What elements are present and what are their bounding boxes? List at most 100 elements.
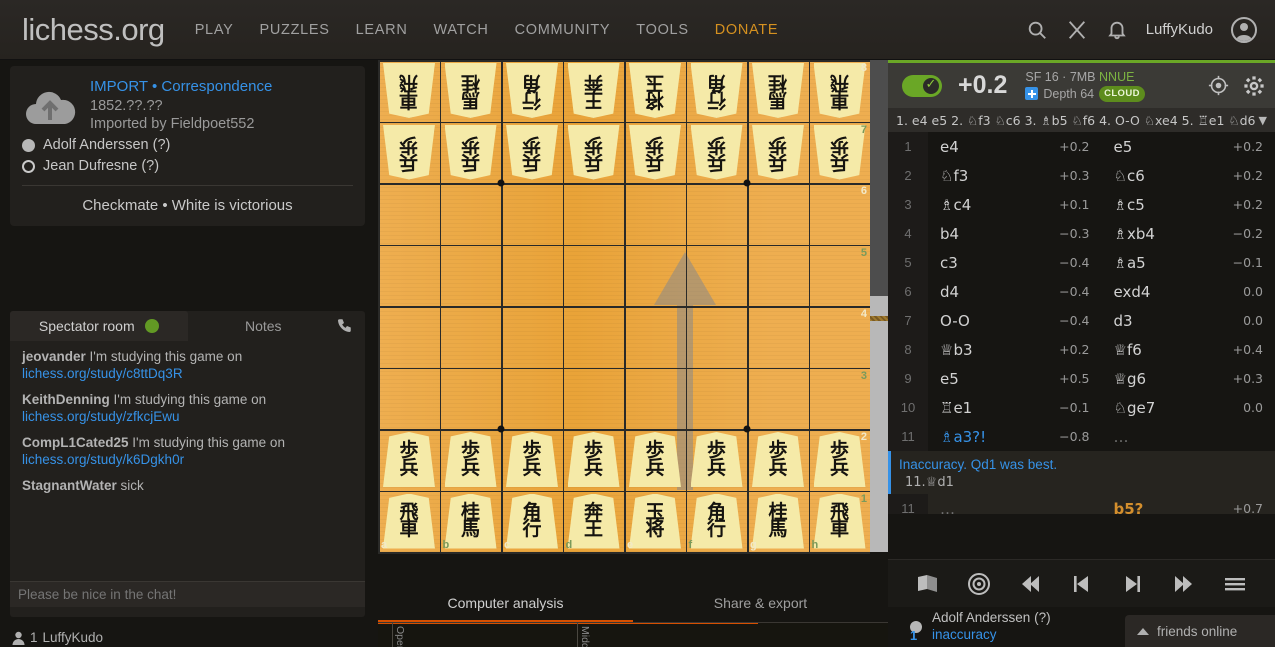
piece-black-queen-d8[interactable]: 王奔 [563, 60, 625, 122]
last-move-button[interactable] [1171, 571, 1197, 597]
board-square-f6[interactable] [686, 183, 748, 245]
bell-icon[interactable] [1106, 19, 1128, 41]
move-white-cell[interactable]: ♕b3 +0.2 [928, 335, 1102, 364]
board-square-h5[interactable]: 5 [809, 245, 871, 307]
move-white-cell[interactable]: e4 +0.2 [928, 132, 1102, 161]
chat-input[interactable] [10, 581, 365, 607]
move-black-cell[interactable]: ♘ge7 0.0 [1102, 393, 1275, 422]
board-square-e4[interactable] [624, 306, 686, 368]
piece-black-rook-a8[interactable]: 車飛 [378, 60, 440, 122]
move-black-cell[interactable]: ♗xb4 −0.2 [1102, 219, 1275, 248]
nav-item-watch[interactable]: WATCH [434, 22, 489, 38]
first-move-button[interactable] [1017, 571, 1043, 597]
spectator-names[interactable]: LuffyKudo [43, 630, 104, 645]
piece-white-pawn-b2[interactable]: 歩兵 [440, 429, 502, 491]
move-white-cell[interactable]: ♗a3?! −0.8 [928, 422, 1102, 451]
piece-white-pawn-f2[interactable]: 歩兵 [686, 429, 748, 491]
board-square-b3[interactable] [440, 368, 502, 430]
piece-white-rook-a1[interactable]: 飛車 [378, 491, 440, 553]
chat-username[interactable]: jeovander [22, 349, 86, 364]
practice-target-icon[interactable] [966, 571, 992, 597]
piece-black-pawn-c7[interactable]: 兵歩 [501, 122, 563, 184]
move-black-cell[interactable]: ♕g6 +0.3 [1102, 364, 1275, 393]
move-black-cell[interactable]: b5? +0.7 [1102, 494, 1275, 515]
principal-variation[interactable]: 1. e4 e5 2. ♘f3 ♘c6 3. ♗b5 ♘f6 4. O-O ♘x… [888, 108, 1275, 132]
piece-black-knight-b8[interactable]: 馬桂 [440, 60, 502, 122]
board-square-d4[interactable] [563, 306, 625, 368]
piece-white-bishop-f1[interactable]: 角行 [686, 491, 748, 553]
tab-share-export[interactable]: Share & export [633, 587, 888, 622]
move-white-cell[interactable]: b4 −0.3 [928, 219, 1102, 248]
white-player-row[interactable]: Adolf Anderssen (?) [22, 137, 353, 153]
chat-message-list[interactable]: jeovander I'm studying this game on lich… [10, 341, 365, 583]
move-black-cell[interactable]: e5 +0.2 [1102, 132, 1275, 161]
piece-black-knight-g8[interactable]: 馬桂 [747, 60, 809, 122]
board-square-g6[interactable] [747, 183, 809, 245]
swords-icon[interactable] [1066, 19, 1088, 41]
move-list[interactable]: 1 e4 +0.2 e5 +0.2 2 ♘f3 +0.3 ♘c6 +0.2 3 ♗c4 +0.1 ♗c5 +… [888, 132, 1275, 514]
board-square-a5[interactable] [378, 245, 440, 307]
piece-black-pawn-g7[interactable]: 兵歩 [747, 122, 809, 184]
piece-black-pawn-b7[interactable]: 兵歩 [440, 122, 502, 184]
chat-link[interactable]: lichess.org/study/zfkcjEwu [22, 409, 355, 425]
move-black-cell[interactable]: ♘c6 +0.2 [1102, 161, 1275, 190]
board-square-b4[interactable] [440, 306, 502, 368]
comment-suggested-line[interactable]: 11.♕d1 [891, 475, 1275, 490]
site-logo[interactable]: lichess.org [22, 12, 165, 48]
piece-white-pawn-d2[interactable]: 歩兵 [563, 429, 625, 491]
board-square-a6[interactable] [378, 183, 440, 245]
board-square-c5[interactable] [501, 245, 563, 307]
board-square-b6[interactable] [440, 183, 502, 245]
chat-username[interactable]: KeithDenning [22, 392, 110, 407]
move-black-cell[interactable]: ♕f6 +0.4 [1102, 335, 1275, 364]
crosshair-icon[interactable] [1208, 75, 1229, 96]
piece-black-pawn-a7[interactable]: 兵歩 [378, 122, 440, 184]
move-white-cell[interactable]: ♘f3 +0.3 [928, 161, 1102, 190]
board-square-d6[interactable] [563, 183, 625, 245]
evaluation-chart[interactable]: Opening Middlegame [378, 622, 888, 647]
chat-link[interactable]: lichess.org/study/k6Dgkh0r [22, 452, 355, 468]
move-white-cell[interactable]: c3 −0.4 [928, 248, 1102, 277]
move-black-cell[interactable]: exd4 0.0 [1102, 277, 1275, 306]
tab-notes[interactable]: Notes [188, 311, 366, 341]
piece-black-bishop-f8[interactable]: 行角 [686, 60, 748, 122]
board-square-g5[interactable] [747, 245, 809, 307]
move-black-cell[interactable]: ♗c5 +0.2 [1102, 190, 1275, 219]
username-label[interactable]: LuffyKudo [1146, 21, 1213, 38]
board-square-h3[interactable]: 3 [809, 368, 871, 430]
black-player-row[interactable]: Jean Dufresne (?) [22, 158, 353, 174]
board-square-c3[interactable] [501, 368, 563, 430]
piece-black-pawn-e7[interactable]: 兵歩 [624, 122, 686, 184]
move-white-cell[interactable]: ♖e1 −0.1 [928, 393, 1102, 422]
move-white-cell[interactable]: e5 +0.5 [928, 364, 1102, 393]
board-square-h6[interactable]: 6 [809, 183, 871, 245]
board-square-c4[interactable] [501, 306, 563, 368]
piece-white-pawn-c2[interactable]: 歩兵 [501, 429, 563, 491]
piece-black-king-e8[interactable]: 将玉 [624, 60, 686, 122]
menu-icon[interactable] [1222, 571, 1248, 597]
board-square-e6[interactable] [624, 183, 686, 245]
next-move-button[interactable] [1120, 571, 1146, 597]
speed-label[interactable]: Correspondence [161, 78, 272, 95]
board-square-c6[interactable] [501, 183, 563, 245]
move-black-cell[interactable]: … [1102, 422, 1275, 451]
nav-item-puzzles[interactable]: PUZZLES [260, 22, 330, 38]
board-square-b5[interactable] [440, 245, 502, 307]
nav-item-learn[interactable]: LEARN [356, 22, 408, 38]
board-square-f5[interactable] [686, 245, 748, 307]
board-square-e3[interactable] [624, 368, 686, 430]
board-square-e5[interactable] [624, 245, 686, 307]
move-black-cell[interactable]: d3 0.0 [1102, 306, 1275, 335]
nav-item-donate[interactable]: DONATE [715, 22, 779, 38]
avatar[interactable] [1231, 16, 1257, 43]
board-square-g3[interactable] [747, 368, 809, 430]
board-square-a3[interactable] [378, 368, 440, 430]
piece-white-pawn-e2[interactable]: 歩兵 [624, 429, 686, 491]
board-square-a4[interactable] [378, 306, 440, 368]
phone-icon[interactable] [335, 317, 353, 335]
plus-icon[interactable] [1025, 87, 1039, 101]
nav-item-community[interactable]: COMMUNITY [515, 22, 611, 38]
piece-white-king-e1[interactable]: 玉将 [624, 491, 686, 553]
move-white-cell[interactable]: ♗c4 +0.1 [928, 190, 1102, 219]
chat-username[interactable]: CompL1Cated25 [22, 435, 129, 450]
